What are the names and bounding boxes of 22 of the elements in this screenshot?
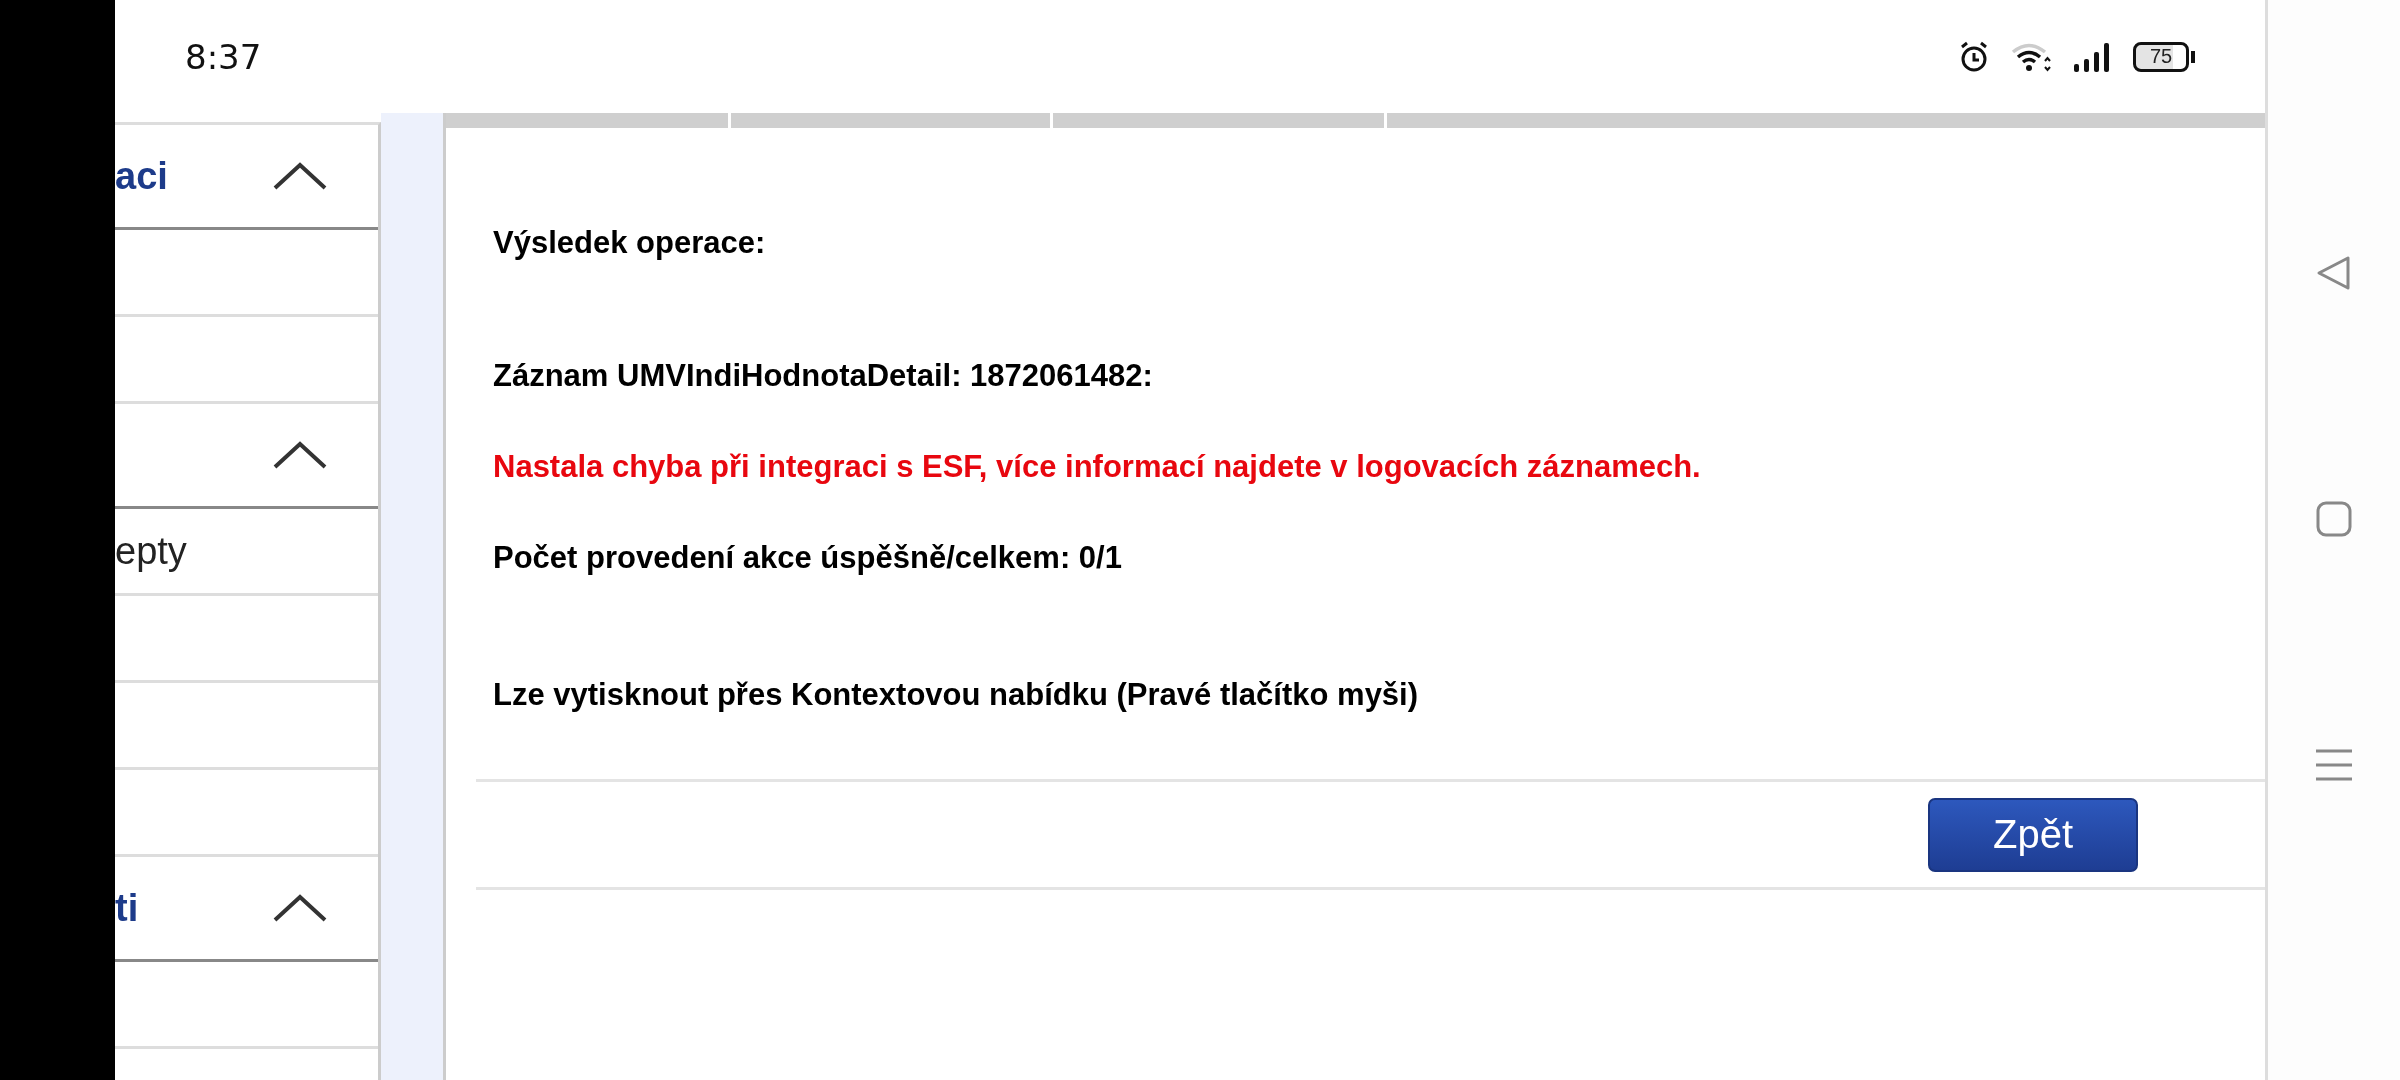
sidebar-item[interactable]: epty (115, 529, 187, 573)
wifi-icon (2011, 41, 2051, 72)
clock-time: 8:37 (185, 36, 262, 77)
menu-icon[interactable] (2316, 747, 2352, 783)
battery-indicator: 75 (2133, 41, 2195, 72)
home-icon[interactable] (2316, 501, 2352, 537)
signal-icon (2073, 41, 2111, 72)
chevron-up-icon[interactable] (272, 893, 328, 923)
sidebar-section-header[interactable]: ti (115, 857, 378, 962)
section-title: aci (115, 154, 168, 198)
print-hint: Lze vytisknout přes Kontextovou nabídku (Pravé tlačítko myši) (492, 677, 1420, 713)
back-button[interactable]: Zpět (1928, 797, 2138, 872)
action-count: Počet provedení akce úspěšně/celkem: 0/1 (492, 540, 1123, 576)
chevron-up-icon[interactable] (272, 440, 328, 470)
sidebar-section-header[interactable]: aci (115, 125, 378, 230)
chevron-up-icon[interactable] (272, 161, 328, 191)
record-label: Záznam UMVIndiHodnotaDetail: 1872061482: (492, 358, 1154, 394)
error-message: Nastala chyba při integraci s ESF, více informací najdete v logovacích záznamech. (492, 449, 1702, 485)
alarm-icon (1959, 40, 1989, 73)
result-title: Výsledek operace: (492, 225, 767, 261)
back-icon[interactable] (2316, 255, 2352, 291)
section-title: ti (115, 886, 139, 930)
